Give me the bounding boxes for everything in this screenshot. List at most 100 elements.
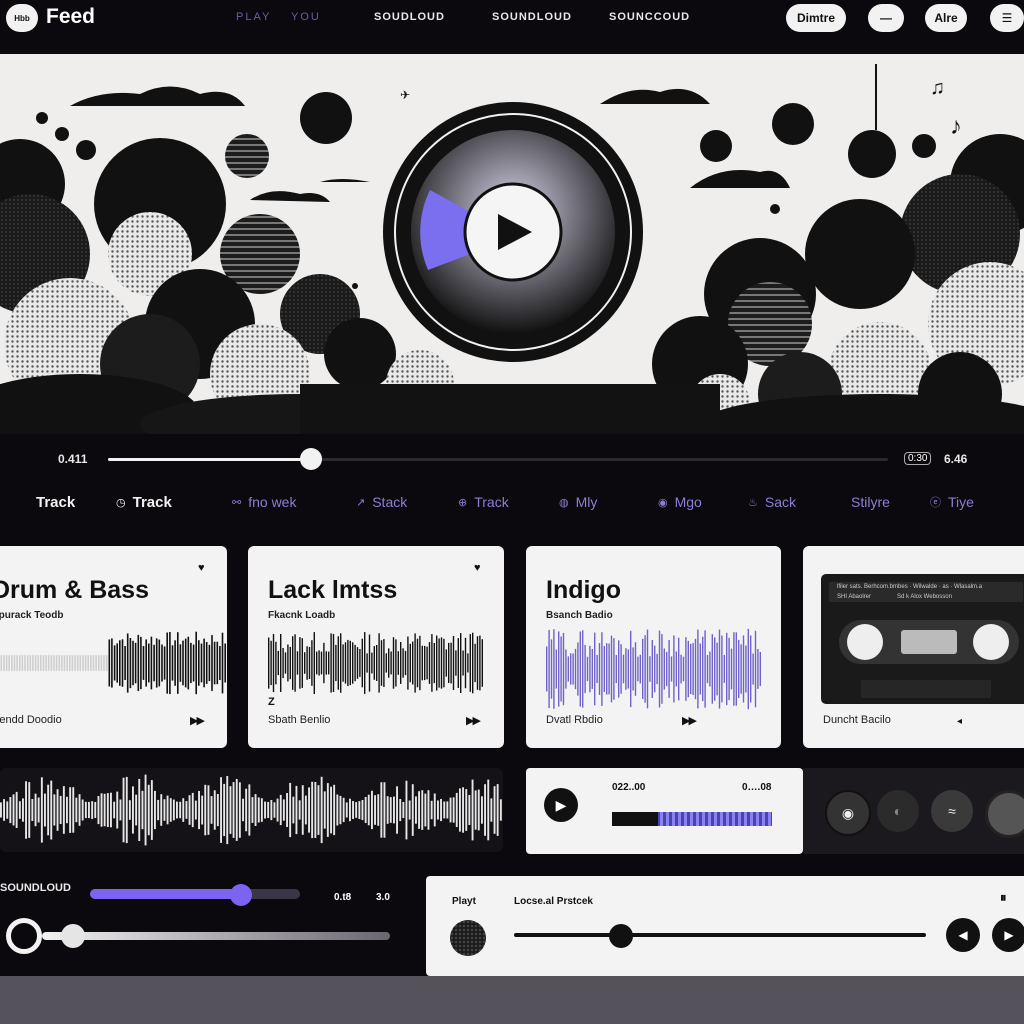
nav-play[interactable]: PLAY [236,11,271,23]
menu-button[interactable]: ☰ [990,4,1024,32]
waveform-bar [182,640,184,686]
track-card-indigo[interactable]: Indigo Bsanch Badio Dvatl Rbdio ▶▶ [526,546,781,748]
tab-3[interactable]: ↗ Stack [356,494,407,510]
record-button[interactable] [6,918,42,954]
alerts-button[interactable]: Alre [925,4,967,32]
waveform-bar [481,639,483,687]
nav-you[interactable]: YOU [291,11,321,23]
waveform-bar [320,651,323,675]
heart-icon[interactable]: ♥ [198,562,205,574]
knob-icon[interactable] [985,790,1024,838]
waveform-bar [122,777,125,843]
tab-6[interactable]: ◉ Mgo [658,494,702,510]
volume-track[interactable] [90,889,300,899]
waveform-bar [166,632,168,694]
nav-sounccoud[interactable]: SOUNCCOUD [609,11,690,23]
next-icon[interactable]: ▶ [992,918,1024,952]
waveform-bar [110,792,112,828]
svg-text:♪: ♪ [950,113,962,140]
waveform-bar [392,637,395,689]
secondary-seek-knob[interactable] [61,924,86,948]
waveform-bar [160,794,163,826]
tab-2[interactable]: ⚯ fno wek [232,494,296,510]
track-card-drum-bass[interactable]: Drum & Bass Spurack Teodb ♥ Sendd Doodio… [0,546,227,748]
back-icon[interactable]: ◂ [957,716,962,727]
tab-9[interactable]: ⓔ Tiye [930,494,974,510]
pause-icon[interactable]: ⏸ [1000,890,1007,906]
waveform-bar [490,798,493,822]
mini-progress-fill [612,812,659,826]
waveform-bar [378,633,380,693]
fast-forward-icon[interactable]: ▶▶ [190,714,205,727]
waveform-bar [567,656,569,682]
track-card-lack[interactable]: Lack lmtss Fkacnk Loadb ♥ Z Sbath Benlio… [248,546,504,748]
play-icon[interactable]: ▶ [544,788,578,822]
eye-icon[interactable]: ◉ [825,790,871,836]
waveform-bar [50,780,53,840]
waveform-bar [433,793,436,827]
waveform-bar [276,798,279,822]
waveform-bar [105,655,108,671]
secondary-seek-track[interactable] [42,932,390,940]
card-footer: Sendd Doodio [0,714,62,726]
nav-soundloud[interactable]: SOUNDLOUD [492,11,572,23]
waveform-bar [220,777,222,843]
brand-title[interactable]: Feed [46,5,95,29]
waveform-bar [311,781,314,839]
tab-0[interactable]: Track [36,494,75,511]
track-card-cassette[interactable]: lfiler sats. Berhcom.bmbes · Wilwalde · … [803,546,1024,748]
tab-4[interactable]: ⊕ Track [458,494,509,510]
waveform-bar [50,655,53,671]
waveform-bar [460,633,462,693]
waveform-bar [155,638,158,688]
waveform-bar [589,645,591,693]
artwork-thumb[interactable] [450,920,486,956]
volume-knob[interactable] [230,884,253,906]
nav-soudloud[interactable]: SOUDLOUD [374,11,445,23]
tab-5[interactable]: ◍ Mly [559,494,597,510]
waveform-bar [601,632,603,706]
waveform-bar [103,655,105,671]
previous-icon[interactable]: ◀ [946,918,980,952]
bottom-seek-knob[interactable] [609,924,634,948]
waveform-bar [0,655,3,671]
waveform-bar [69,787,72,833]
mini-time-right: 0….08 [742,782,772,793]
toggle-icon[interactable]: ◐ [877,790,919,832]
waveform-bar [191,792,194,828]
waveform-bar [161,644,163,682]
waveform-bar [79,655,82,671]
seek-knob[interactable] [299,448,322,470]
waveform-bar [577,642,579,696]
waveform-bar [654,645,656,693]
tab-7[interactable]: ♨ Sack [748,494,796,510]
logo[interactable]: Hbb [6,4,38,32]
tab-1[interactable]: ◷ Track [116,494,172,511]
waveform-bar [296,651,299,675]
waveform-bar [742,635,745,703]
waveform-bar [182,798,185,822]
clock-icon: ◷ [116,497,126,509]
tab-label: Tiye [948,494,974,510]
waveform-bar [745,645,747,693]
waveform-bar [221,632,224,694]
wave-icon[interactable]: ≈ [931,790,973,832]
fast-forward-icon[interactable]: ▶▶ [682,714,697,727]
waveform-bar [76,655,79,671]
mini-progress[interactable] [612,812,772,826]
user-button[interactable]: Dimtre [786,4,846,32]
heart-icon[interactable]: ♥ [474,562,481,574]
waveform-bar [63,655,66,671]
bottom-seek-track[interactable] [514,933,926,937]
waveform-bar [44,793,46,827]
waveform-bar [728,637,730,701]
waveform-bar [340,633,342,693]
waveform-bar [704,630,706,708]
fast-forward-icon[interactable]: ▶▶ [466,714,481,727]
waveform-display [0,774,502,846]
tab-8[interactable]: Stilyre [851,494,890,510]
cassette-line: lfiler sats. Berhcom.bmbes · Wilwalde · … [837,584,983,590]
waveform-bar [166,795,169,825]
minimize-button[interactable]: — [868,4,904,32]
waveform-panel[interactable] [0,768,503,852]
